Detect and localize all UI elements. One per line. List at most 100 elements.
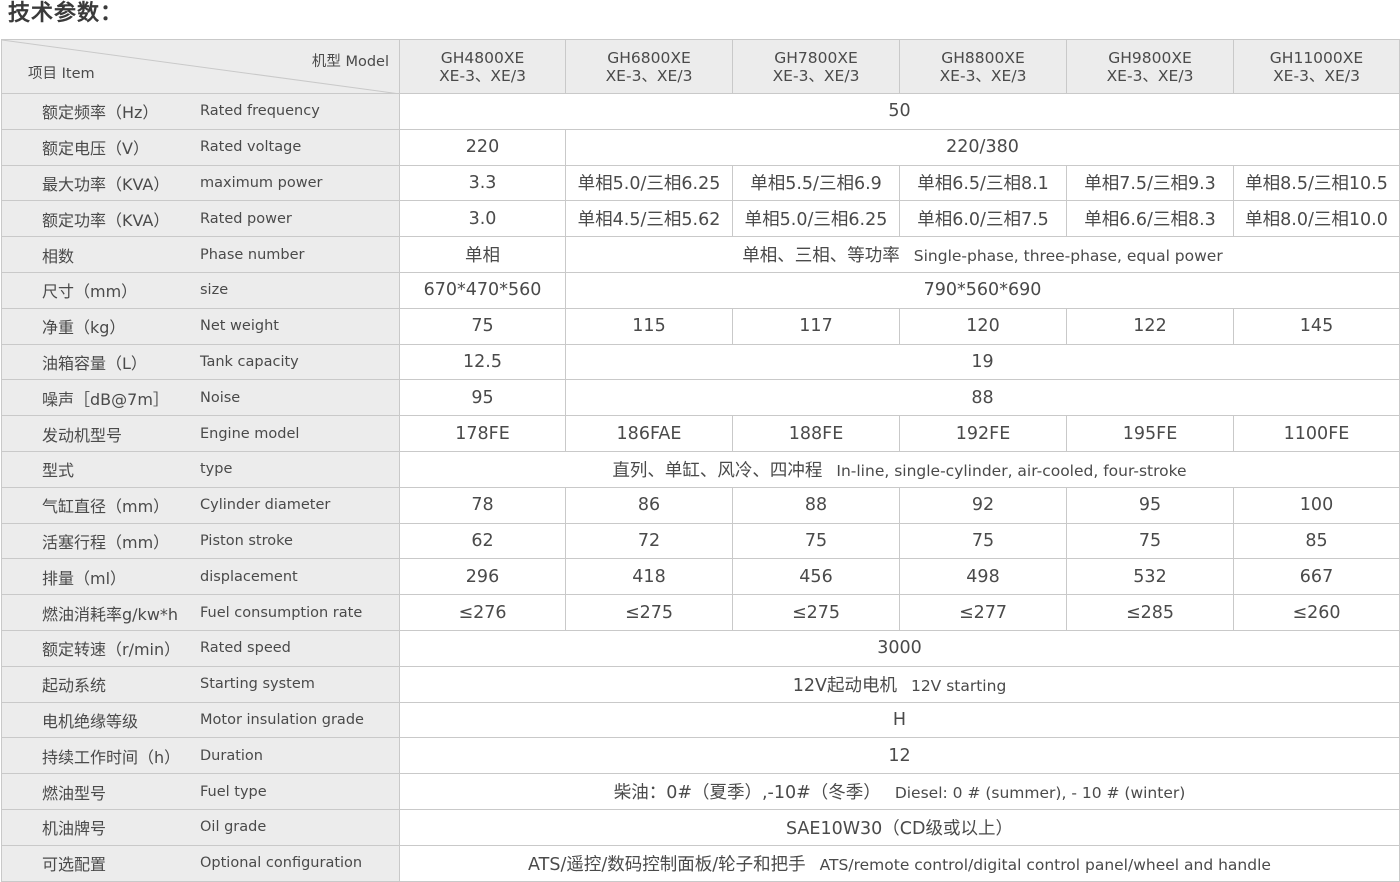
table-row: 排量（ml） displacement 296 418 456 498 532 667 bbox=[1, 558, 1400, 596]
value-text: 188FE bbox=[788, 423, 844, 444]
row-label-en: Rated power bbox=[200, 210, 292, 227]
value-cell: H bbox=[399, 701, 1400, 739]
value-text: 498 bbox=[966, 566, 1000, 587]
row-label-cell: 燃油型号 Fuel type bbox=[1, 773, 400, 810]
value-cell: 12.5 bbox=[399, 343, 566, 381]
value-cell: 12V起动电机 12V starting bbox=[399, 665, 1400, 703]
value-text: 柴油：0#（夏季）,-10#（冬季） bbox=[613, 783, 881, 804]
value-cell: 532 bbox=[1066, 558, 1234, 596]
value-text: 117 bbox=[799, 316, 833, 337]
value-text: 790*560*690 bbox=[923, 280, 1042, 301]
value-text: 单相5.5/三相6.9 bbox=[750, 174, 882, 195]
row-label-cell: 发动机型号 Engine model bbox=[1, 415, 400, 452]
row-label-cn: 最大功率（KVA） bbox=[42, 174, 170, 194]
value-cell: 120 bbox=[899, 307, 1067, 345]
row-label-cell: 燃油消耗率g/kw*h Fuel consumption rate bbox=[1, 594, 400, 631]
value-text: ≤276 bbox=[458, 602, 507, 623]
value-text: 192FE bbox=[955, 423, 1011, 444]
model-variants: XE-3、XE/3 bbox=[439, 66, 526, 85]
table-row: 相数 Phase number 单相 单相、三相、等功率 Single-phase, t… bbox=[1, 236, 1400, 273]
row-label-en: Cylinder diameter bbox=[200, 497, 331, 514]
value-cell: ATS/遥控/数码控制面板/轮子和把手 ATS/remote control/di… bbox=[399, 844, 1400, 882]
value-text: 单相5.0/三相6.25 bbox=[744, 210, 888, 231]
model-header-label: 机型 Model bbox=[311, 54, 389, 70]
table-row: 噪声［dB@7m］ Noise 95 88 bbox=[1, 379, 1400, 417]
value-cell: ≤285 bbox=[1066, 594, 1234, 631]
value-cell: 72 bbox=[565, 522, 733, 560]
row-label-cn: 净重（kg） bbox=[42, 318, 126, 338]
value-text: 单相6.6/三相8.3 bbox=[1084, 210, 1216, 231]
value-cell: 100 bbox=[1233, 486, 1400, 524]
value-text: 532 bbox=[1133, 566, 1167, 587]
value-text: 72 bbox=[637, 530, 661, 551]
row-label-cn: 额定电压（V） bbox=[42, 139, 149, 159]
value-text-en: Single-phase, three-phase, equal power bbox=[913, 247, 1223, 266]
value-cell: 单相8.5/三相10.5 bbox=[1233, 164, 1400, 202]
value-text-en: In-line, single-cylinder, air-cooled, fo… bbox=[836, 461, 1187, 480]
row-label-en: Oil grade bbox=[200, 819, 267, 836]
value-text: 75 bbox=[471, 316, 494, 337]
table-row: 额定转速（r/min） Rated speed 3000 bbox=[1, 629, 1400, 667]
value-text: 220 bbox=[465, 137, 500, 158]
value-cell: 88 bbox=[732, 486, 900, 524]
value-text: 12.5 bbox=[463, 351, 502, 372]
row-label-en: Optional configuration bbox=[200, 855, 363, 872]
row-label-en: maximum power bbox=[200, 174, 323, 191]
row-label-cell: 排量（ml） displacement bbox=[1, 558, 400, 596]
value-cell: 790*560*690 bbox=[565, 271, 1400, 309]
value-text: 456 bbox=[799, 566, 833, 587]
table-row: 额定电压（V） Rated voltage 220 220/380 bbox=[1, 128, 1400, 166]
row-label-cn: 发动机型号 bbox=[42, 425, 123, 445]
row-label-en: Noise bbox=[200, 389, 241, 406]
value-text: 3.3 bbox=[468, 172, 497, 193]
row-label-cn: 持续工作时间（h） bbox=[42, 747, 181, 767]
value-text: 88 bbox=[804, 495, 828, 516]
model-column-header: GH6800XE XE-3、XE/3 bbox=[565, 39, 733, 94]
value-cell: 667 bbox=[1233, 558, 1400, 596]
row-label-en: type bbox=[200, 461, 233, 478]
value-text: 75 bbox=[804, 530, 828, 551]
value-cell: 柴油：0#（夏季）,-10#（冬季） Diesel: 0 # (summer), … bbox=[399, 773, 1400, 810]
header-corner-cell: 机型 Model 项目 Item bbox=[1, 39, 400, 94]
value-text: 122 bbox=[1133, 316, 1167, 337]
value-cell: 418 bbox=[565, 558, 733, 596]
row-label-cn: 型式 bbox=[42, 461, 75, 481]
table-row: 燃油型号 Fuel type 柴油：0#（夏季）,-10#（冬季） Diesel: 0… bbox=[1, 773, 1400, 810]
value-text: 95 bbox=[1138, 495, 1162, 516]
row-label-cell: 机油牌号 Oil grade bbox=[1, 808, 400, 846]
value-cell: 122 bbox=[1066, 307, 1234, 345]
value-cell: 498 bbox=[899, 558, 1067, 596]
row-label-cell: 持续工作时间（h） Duration bbox=[1, 737, 400, 775]
value-text: 1100FE bbox=[1283, 423, 1350, 444]
value-cell: 220 bbox=[399, 128, 566, 166]
model-column-header: GH7800XE XE-3、XE/3 bbox=[732, 39, 900, 94]
row-label-en: Starting system bbox=[200, 676, 315, 693]
row-label-cn: 额定功率（KVA） bbox=[42, 210, 170, 230]
value-text: ≤277 bbox=[958, 602, 1008, 623]
row-label-en: Net weight bbox=[200, 318, 279, 335]
value-text: 单相8.5/三相10.5 bbox=[1245, 174, 1388, 195]
value-cell: 145 bbox=[1233, 307, 1400, 345]
value-text: 单相5.0/三相6.25 bbox=[577, 174, 721, 195]
value-cell: 19 bbox=[565, 343, 1400, 381]
value-text: SAE10W30（CD级或以上） bbox=[786, 818, 1013, 839]
row-label-cn: 额定转速（r/min） bbox=[42, 640, 181, 660]
value-text: 19 bbox=[971, 351, 994, 372]
row-label-cell: 额定电压（V） Rated voltage bbox=[1, 128, 400, 166]
value-text: 单相4.5/三相5.62 bbox=[577, 210, 721, 231]
value-cell: 117 bbox=[732, 307, 900, 345]
value-text: 85 bbox=[1305, 530, 1328, 551]
value-cell: 单相6.6/三相8.3 bbox=[1066, 200, 1234, 238]
value-cell: SAE10W30（CD级或以上） bbox=[399, 808, 1400, 846]
spec-table: 机型 Model 项目 Item GH4800XE XE-3、XE/3 GH680… bbox=[1, 39, 1400, 882]
row-label-cell: 活塞行程（mm） Piston stroke bbox=[1, 522, 400, 560]
value-text: 单相7.5/三相9.3 bbox=[1084, 174, 1216, 195]
row-label-en: displacement bbox=[200, 568, 298, 585]
model-name: GH11000XE bbox=[1269, 48, 1364, 67]
value-cell: 195FE bbox=[1066, 415, 1234, 452]
value-text: 95 bbox=[471, 387, 494, 408]
value-cell: 178FE bbox=[399, 415, 566, 452]
header-row: 机型 Model 项目 Item GH4800XE XE-3、XE/3 GH680… bbox=[1, 39, 1400, 94]
value-text: 195FE bbox=[1122, 423, 1178, 444]
row-label-cn: 起动系统 bbox=[42, 676, 107, 696]
